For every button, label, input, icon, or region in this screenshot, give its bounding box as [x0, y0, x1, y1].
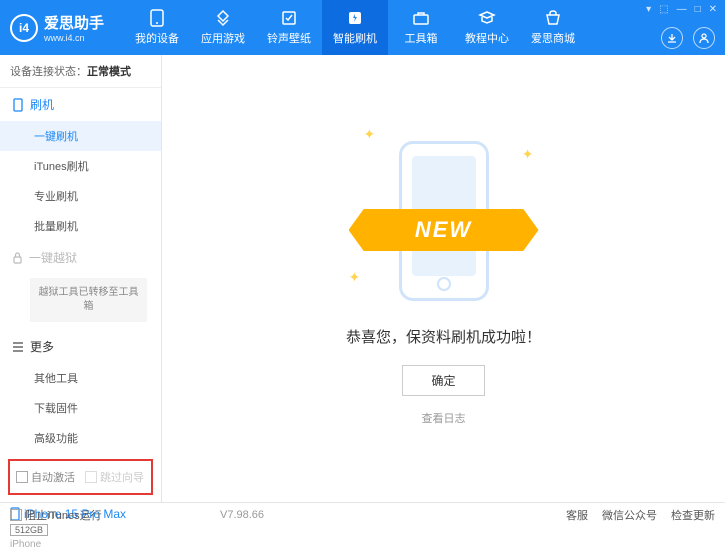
- device-icon: [147, 9, 167, 27]
- new-ribbon: NEW: [349, 209, 539, 251]
- ok-button[interactable]: 确定: [402, 365, 484, 396]
- window-controls: ▾ ⬚ — □ ✕: [646, 4, 717, 15]
- nav-ringtone[interactable]: 铃声壁纸: [256, 0, 322, 55]
- flash-icon: [345, 9, 365, 27]
- sidebar-section-flash[interactable]: 刷机: [0, 88, 161, 121]
- skin-icon[interactable]: ⬚: [659, 4, 668, 15]
- sidebar-item-download-firmware[interactable]: 下载固件: [0, 393, 161, 423]
- sidebar: 设备连接状态：正常模式 刷机 一键刷机 iTunes刷机 专业刷机 批量刷机 一…: [0, 55, 162, 502]
- nav-apps[interactable]: 应用游戏: [190, 0, 256, 55]
- top-nav: 我的设备 应用游戏 铃声壁纸 智能刷机 工具箱 教程中心 爱思商城: [124, 0, 586, 55]
- store-icon: [543, 9, 563, 27]
- toolbox-icon: [411, 9, 431, 27]
- phone-icon: [12, 98, 24, 112]
- footer-wechat[interactable]: 微信公众号: [602, 507, 657, 523]
- footer-support[interactable]: 客服: [566, 507, 588, 523]
- footer: 阻止iTunes运行 V7.98.66 客服 微信公众号 检查更新: [0, 502, 725, 527]
- options-highlight-box: 自动激活 跳过向导: [8, 459, 153, 495]
- close-icon[interactable]: ✕: [709, 4, 717, 15]
- maximize-icon[interactable]: □: [695, 4, 701, 15]
- minimize-icon[interactable]: —: [677, 4, 687, 15]
- view-log-link[interactable]: 查看日志: [422, 410, 466, 426]
- checkbox-block-itunes[interactable]: 阻止iTunes运行: [10, 507, 102, 523]
- app-title: 爱思助手: [44, 12, 104, 33]
- version-label: V7.98.66: [220, 509, 264, 521]
- sparkle-icon: ✦: [349, 269, 361, 286]
- success-illustration: ✦ ✦ ✦ NEW: [344, 131, 544, 311]
- list-icon: [12, 342, 24, 352]
- sparkle-icon: ✦: [364, 126, 376, 143]
- nav-flash[interactable]: 智能刷机: [322, 0, 388, 55]
- tutorial-icon: [477, 9, 497, 27]
- lock-icon: [12, 252, 23, 264]
- logo-icon: i4: [10, 14, 38, 42]
- checkbox-skip-guide[interactable]: 跳过向导: [85, 469, 144, 485]
- nav-store[interactable]: 爱思商城: [520, 0, 586, 55]
- nav-my-device[interactable]: 我的设备: [124, 0, 190, 55]
- connection-status: 设备连接状态：正常模式: [0, 55, 161, 88]
- sidebar-item-pro-flash[interactable]: 专业刷机: [0, 181, 161, 211]
- header: i4 爱思助手 www.i4.cn 我的设备 应用游戏 铃声壁纸 智能刷机 工具…: [0, 0, 725, 55]
- menu-icon[interactable]: ▾: [646, 4, 651, 15]
- nav-toolbox[interactable]: 工具箱: [388, 0, 454, 55]
- success-message: 恭喜您，保资料刷机成功啦！: [346, 326, 541, 347]
- sidebar-section-more[interactable]: 更多: [0, 330, 161, 363]
- ringtone-icon: [279, 9, 299, 27]
- sidebar-item-other-tools[interactable]: 其他工具: [0, 363, 161, 393]
- device-type: iPhone: [10, 539, 151, 550]
- user-button[interactable]: [693, 27, 715, 49]
- nav-tutorial[interactable]: 教程中心: [454, 0, 520, 55]
- download-button[interactable]: [661, 27, 683, 49]
- logo: i4 爱思助手 www.i4.cn: [10, 12, 104, 43]
- main-content: ✦ ✦ ✦ NEW 恭喜您，保资料刷机成功啦！ 确定 查看日志: [162, 55, 725, 502]
- app-url: www.i4.cn: [44, 33, 104, 43]
- footer-update[interactable]: 检查更新: [671, 507, 715, 523]
- apps-icon: [213, 9, 233, 27]
- sidebar-item-advanced[interactable]: 高级功能: [0, 423, 161, 453]
- checkbox-auto-activate[interactable]: 自动激活: [16, 469, 75, 485]
- sidebar-item-itunes-flash[interactable]: iTunes刷机: [0, 151, 161, 181]
- sidebar-item-batch-flash[interactable]: 批量刷机: [0, 211, 161, 241]
- sparkle-icon: ✦: [522, 146, 534, 163]
- sidebar-section-jailbreak[interactable]: 一键越狱: [0, 241, 161, 274]
- sidebar-item-oneclick-flash[interactable]: 一键刷机: [0, 121, 161, 151]
- jailbreak-note: 越狱工具已转移至工具箱: [30, 278, 147, 322]
